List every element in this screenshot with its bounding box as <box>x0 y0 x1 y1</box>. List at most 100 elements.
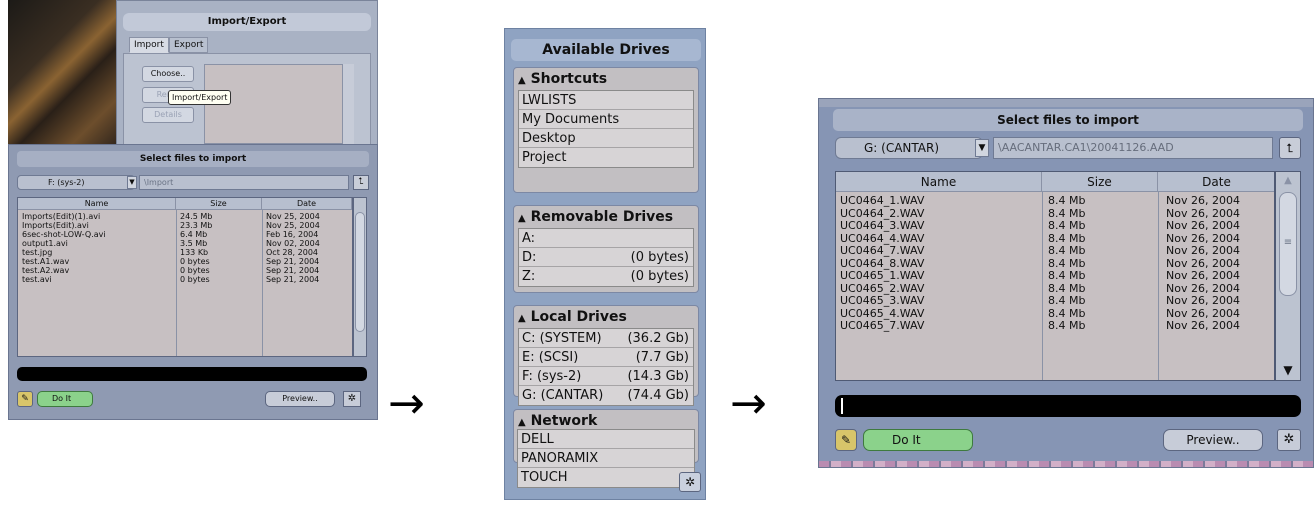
list-item[interactable]: TOUCH <box>518 468 694 487</box>
do-it-button[interactable]: Do It <box>863 429 973 451</box>
file-name: UC0465_4.WAV <box>840 306 925 320</box>
file-name: UC0464_3.WAV <box>840 219 925 232</box>
tab-export[interactable]: Export <box>169 37 209 53</box>
table-row[interactable]: UC0464_3.WAV 8.4 Mb Nov 26, 2004 <box>836 219 1274 232</box>
local-drives-list: C: (SYSTEM) (36.2 Gb) E: (SCSI) (7.7 Gb) F… <box>518 328 694 406</box>
column-header-size[interactable]: Size <box>1042 172 1158 192</box>
table-row[interactable]: UC0465_2.WAV 8.4 Mb Nov 26, 2004 <box>836 282 1274 295</box>
path-field[interactable]: \AACANTAR.CA1\20041126.AAD <box>993 137 1273 159</box>
file-table-scrollbar[interactable]: ▲ ≡ ▼ <box>1275 171 1301 381</box>
table-row[interactable]: UC0464_8.WAV 8.4 Mb Nov 26, 2004 <box>836 257 1274 270</box>
column-header-name[interactable]: Name <box>18 198 176 210</box>
table-row[interactable]: UC0464_1.WAV 8.4 Mb Nov 26, 2004 <box>836 194 1274 207</box>
list-item[interactable]: F: (sys-2) (14.3 Gb) <box>519 367 693 386</box>
file-name: UC0465_3.WAV <box>840 294 925 307</box>
list-item[interactable]: A: <box>519 229 693 248</box>
drive-name: C: (SYSTEM) <box>522 331 602 346</box>
list-item[interactable]: D: (0 bytes) <box>519 248 693 267</box>
list-item[interactable]: DELL <box>518 430 694 449</box>
gear-icon[interactable]: ✲ <box>343 391 361 407</box>
path-field[interactable]: \Import <box>139 175 349 190</box>
arrow-right-icon: → <box>730 378 767 429</box>
dropdown-arrow-icon[interactable]: ▼ <box>127 176 137 189</box>
drive-select[interactable]: F: (sys-2) <box>17 175 135 190</box>
do-it-button[interactable]: Do It <box>37 391 93 407</box>
pencil-icon[interactable]: ✎ <box>835 429 857 451</box>
column-header-date[interactable]: Date <box>1158 172 1274 192</box>
section-header[interactable]: ▲ Removable Drives <box>514 206 698 228</box>
section-title: Network <box>530 413 598 429</box>
tab-import[interactable]: Import <box>129 37 169 53</box>
list-item[interactable]: Desktop <box>519 129 693 148</box>
choose-button[interactable]: Choose.. <box>142 66 194 82</box>
file-name: UC0465_2.WAV <box>840 281 925 295</box>
drive-name: D: <box>522 250 537 265</box>
file-size: 8.4 Mb <box>1048 269 1086 282</box>
file-name: test.avi <box>22 275 52 284</box>
dropdown-arrow-icon[interactable]: ▼ <box>975 139 989 157</box>
file-name: UC0464_1.WAV <box>840 194 925 207</box>
list-item[interactable]: G: (CANTAR) (74.4 Gb) <box>519 386 693 405</box>
scrollbar-thumb[interactable] <box>355 212 365 332</box>
select-files-dialog: Select files to import F: (sys-2) ▼ \Imp… <box>8 144 378 420</box>
drive-name: F: (sys-2) <box>522 369 582 384</box>
triangle-up-icon: ▲ <box>518 417 526 428</box>
list-item[interactable]: E: (SCSI) (7.7 Gb) <box>519 348 693 367</box>
text-caret <box>841 398 843 414</box>
table-row[interactable]: UC0464_4.WAV 8.4 Mb Nov 26, 2004 <box>836 232 1274 245</box>
details-button[interactable]: Details <box>142 107 194 123</box>
drive-name: G: (CANTAR) <box>522 388 604 403</box>
scroll-up-icon[interactable]: ▲ <box>1276 172 1300 190</box>
table-row[interactable]: UC0465_4.WAV 8.4 Mb Nov 26, 2004 <box>836 307 1274 320</box>
column-header-size[interactable]: Size <box>176 198 262 210</box>
window-edge <box>819 461 1313 467</box>
table-row[interactable]: UC0465_3.WAV 8.4 Mb Nov 26, 2004 <box>836 294 1274 307</box>
gear-icon[interactable]: ✲ <box>679 472 701 492</box>
import-tab-body: Choose.. Remo Details <box>123 53 371 148</box>
list-item[interactable]: LWLISTS <box>519 91 693 110</box>
file-name: UC0464_2.WAV <box>840 206 925 220</box>
table-row[interactable]: test.avi 0 bytes Sep 21, 2004 <box>18 275 352 285</box>
pencil-icon[interactable]: ✎ <box>17 391 33 407</box>
table-row[interactable]: UC0464_2.WAV 8.4 Mb Nov 26, 2004 <box>836 207 1274 220</box>
dialog-title: Select files to import <box>833 109 1303 131</box>
drive-size: (74.4 Gb) <box>627 388 689 403</box>
parent-folder-icon[interactable]: ⮤ <box>353 175 369 190</box>
section-header[interactable]: ▲ Local Drives <box>514 306 698 328</box>
filename-field[interactable] <box>835 395 1301 417</box>
file-size: 8.4 Mb <box>1048 319 1086 332</box>
column-header-name[interactable]: Name <box>836 172 1042 192</box>
parent-folder-icon[interactable]: ⮤ <box>1279 137 1301 159</box>
list-item[interactable]: Project <box>519 148 693 167</box>
background-image <box>8 0 118 150</box>
import-export-panel-small: Import/Export Import Export Choose.. Rem… <box>8 0 378 420</box>
scroll-down-icon[interactable]: ▼ <box>1276 360 1300 380</box>
file-name: UC0464_7.WAV <box>840 244 925 257</box>
table-row[interactable]: UC0464_7.WAV 8.4 Mb Nov 26, 2004 <box>836 244 1274 257</box>
list-item[interactable]: C: (SYSTEM) (36.2 Gb) <box>519 329 693 348</box>
shortcuts-section: ▲ Shortcuts LWLISTS My Documents Desktop… <box>513 67 699 193</box>
drive-select[interactable]: G: (CANTAR) <box>835 137 983 159</box>
list-item[interactable]: Z: (0 bytes) <box>519 267 693 286</box>
file-date: Nov 26, 2004 <box>1166 231 1240 245</box>
arrow-right-icon: → <box>388 378 425 429</box>
list-item[interactable]: PANORAMIX <box>518 449 694 468</box>
preview-button[interactable]: Preview.. <box>1163 429 1263 451</box>
table-row[interactable]: UC0465_7.WAV 8.4 Mb Nov 26, 2004 <box>836 319 1274 332</box>
file-table-scrollbar[interactable] <box>353 197 367 357</box>
list-item[interactable]: My Documents <box>519 110 693 129</box>
preview-button[interactable]: Preview.. <box>265 391 335 407</box>
filename-field[interactable] <box>17 367 367 381</box>
gear-icon[interactable]: ✲ <box>1277 429 1301 451</box>
drive-size: (7.7 Gb) <box>635 350 689 365</box>
import-export-title: Import/Export <box>123 13 371 31</box>
available-drives-panel: Available Drives ▲ Shortcuts LWLISTS My … <box>504 28 706 500</box>
file-name: UC0465_7.WAV <box>840 319 925 332</box>
import-list-scrollbar[interactable] <box>342 64 354 144</box>
file-date: Nov 26, 2004 <box>1166 206 1240 220</box>
scrollbar-thumb[interactable]: ≡ <box>1279 192 1297 296</box>
file-size: 8.4 Mb <box>1048 206 1086 220</box>
section-header[interactable]: ▲ Shortcuts <box>514 68 698 90</box>
table-row[interactable]: UC0465_1.WAV 8.4 Mb Nov 26, 2004 <box>836 269 1274 282</box>
column-header-date[interactable]: Date <box>262 198 352 210</box>
